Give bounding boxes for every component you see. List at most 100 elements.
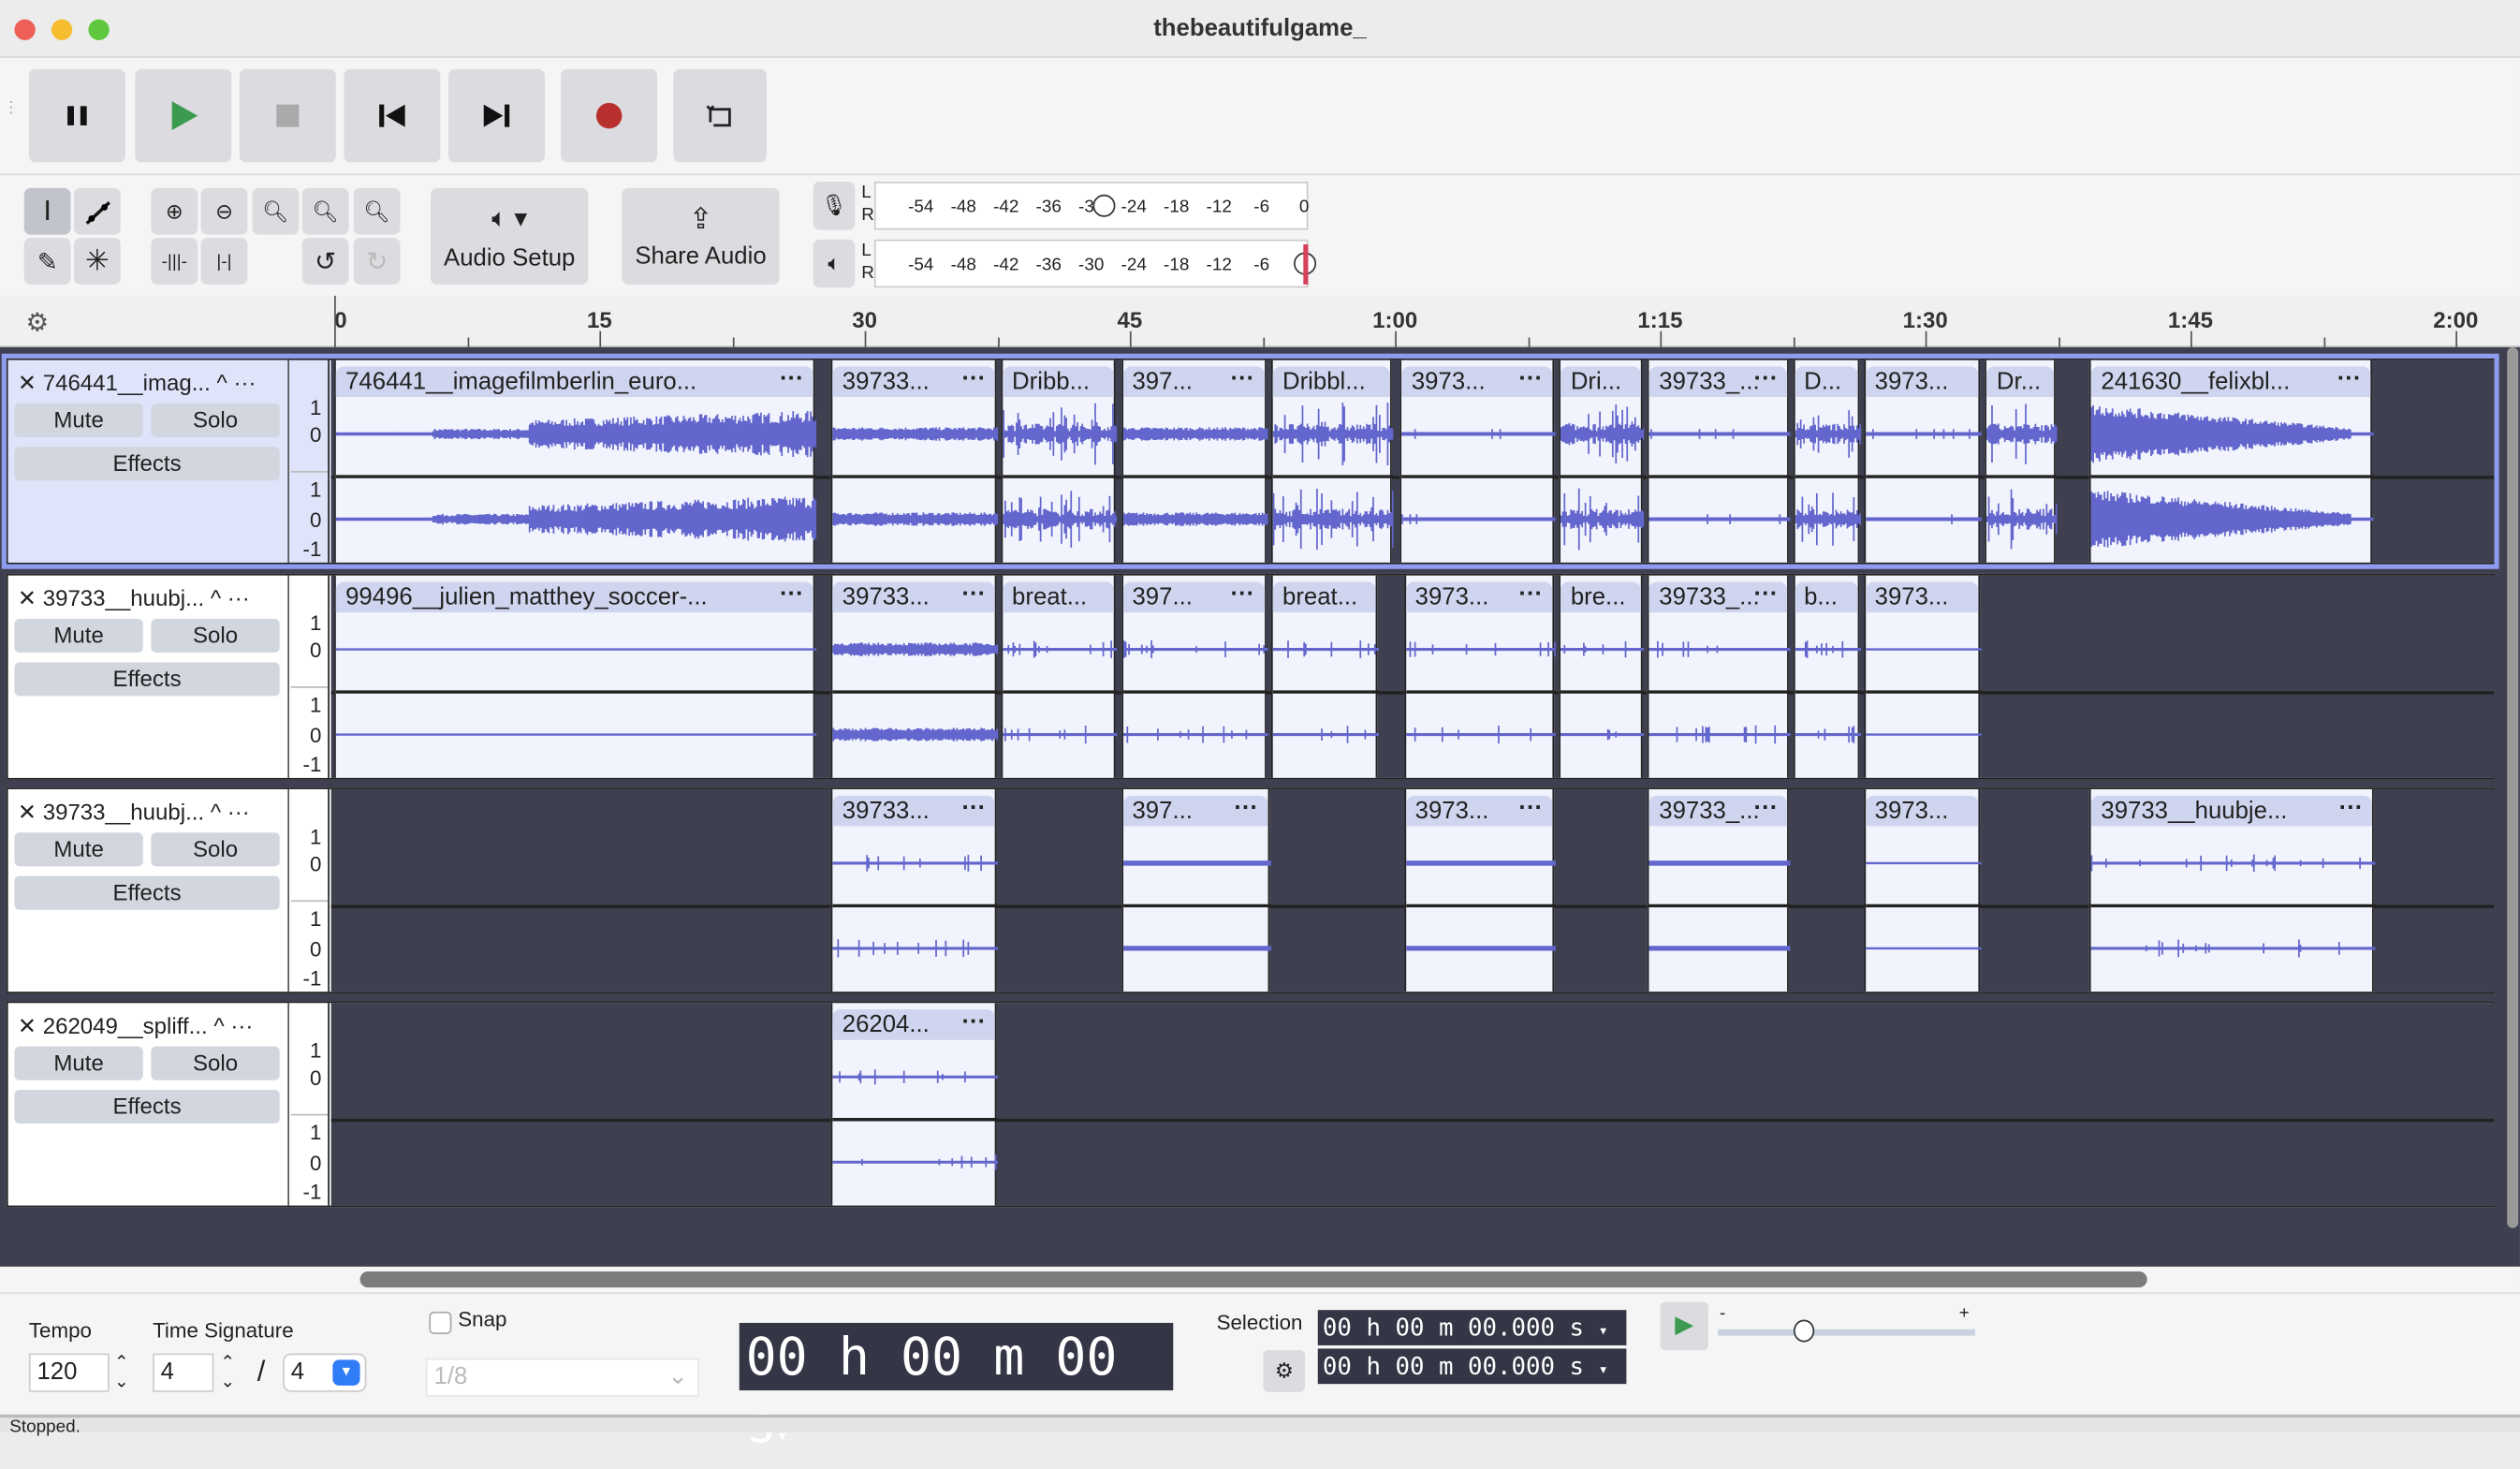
play-at-speed-button[interactable]: ▶ [1660,1301,1708,1351]
audio-clip[interactable]: 3973... ··· [1403,788,1556,992]
audio-clip[interactable]: breat... [1001,575,1118,778]
audio-clip[interactable]: 39733... ··· [830,575,999,778]
clip-menu-icon[interactable]: ··· [961,796,986,823]
clip-header[interactable]: 746441__imagefilmberlin_euro... ··· [335,366,814,398]
clip-header[interactable]: 3973... ··· [1405,795,1553,827]
clip-header[interactable]: bre... [1560,581,1641,613]
effects-button[interactable]: Effects [14,662,280,697]
clip-header[interactable]: breat... [1002,581,1115,613]
audio-clip[interactable]: 3973... [1863,575,1982,778]
track[interactable]: ✕ 746441__imag... ^ ··· Mute Solo Effect… [1,353,2499,569]
mute-button[interactable]: Mute [14,832,143,867]
audio-clip[interactable]: Dribb... [1001,360,1118,563]
play-button[interactable] [135,68,232,163]
clip-header[interactable]: 39733... ··· [832,581,996,613]
clip-area[interactable]: 746441__imagefilmberlin_euro... ··· 39733.… [330,360,2495,563]
pause-button[interactable] [28,68,125,163]
track-name[interactable]: 39733__huubj... [43,799,204,824]
amplitude-scale[interactable]: 1 0 1 0 -1 [290,1003,330,1206]
meter-level-slider[interactable] [1092,194,1116,217]
clip-header[interactable]: 39733... ··· [832,366,996,398]
clip-menu-icon[interactable]: ··· [1754,366,1779,393]
clip-header[interactable]: 3973... [1865,581,1979,613]
audio-clip[interactable]: D... [1793,360,1862,563]
clip-header[interactable]: 99496__julien_matthey_soccer-... ··· [335,581,814,613]
draw-tool[interactable]: ✎ [23,238,71,285]
vertical-scrollbar[interactable] [2507,346,2519,1228]
selection-end[interactable]: 00 h 00 m 00.000 s ▾ [1317,1348,1627,1385]
tempo-stepper[interactable]: ⌃ ⌄ [114,1354,129,1392]
loop-button[interactable] [673,68,767,163]
clip-area[interactable]: 39733... ··· 397... ··· 3973... ··· 39733_... ·… [330,788,2495,992]
close-track-icon[interactable]: ✕ [18,799,37,824]
clip-header[interactable]: 26204... ··· [832,1009,996,1040]
track-name[interactable]: 39733__huubj... [43,585,204,610]
clip-header[interactable]: 3973... ··· [1401,366,1553,398]
snap-select[interactable]: 1/8 ⌄ [425,1358,699,1397]
zoom-in-button[interactable]: ⊕ [151,187,198,235]
effects-button[interactable]: Effects [14,1089,280,1124]
time-display[interactable]: 00 h 00 m 00 s▾ [739,1322,1174,1455]
fit-project-button[interactable]: 🔍︎ [301,187,349,235]
audio-clip[interactable]: 3973... [1863,788,1982,992]
audio-clip[interactable]: 397... ··· [1121,360,1268,563]
audio-clip[interactable]: Dr... [1985,360,2058,563]
track-header[interactable]: ✕ 262049__spliff... ^ ··· Mute Solo Effe… [8,1003,290,1206]
record-meter-button[interactable]: 🎙︎ [813,181,856,230]
clip-header[interactable]: 39733_... ··· [1648,581,1788,613]
clip-menu-icon[interactable]: ··· [961,581,986,609]
record-button[interactable] [561,68,658,163]
clip-menu-icon[interactable]: ··· [1754,796,1779,823]
clip-header[interactable]: 3973... ··· [1405,581,1553,613]
audio-clip[interactable]: 39733_... ··· [1648,360,1792,563]
clip-header[interactable]: 39733__huubje... ··· [2091,795,2373,827]
record-meter[interactable]: -54 -48 -42 -36 -30 -24 -18 -12 -6 0 [873,181,1309,230]
clip-menu-icon[interactable]: ··· [2337,366,2362,393]
clip-menu-icon[interactable]: ··· [1234,796,1258,823]
timeline-ruler[interactable]: ⚙ 0 15 30 45 1:00 1:15 1:30 1:45 2:00 [0,295,2520,347]
effects-button[interactable]: Effects [14,875,280,910]
snap-checkbox[interactable] [429,1311,452,1334]
track-name[interactable]: 746441__imag... [43,370,211,395]
audio-clip[interactable]: 397... ··· [1121,788,1271,992]
audio-setup-button[interactable]: 🔈︎ ▾ Audio Setup [431,187,589,285]
clip-menu-icon[interactable]: ··· [1518,581,1543,609]
audio-clip[interactable]: 3973... ··· [1399,360,1556,563]
envelope-tool[interactable] [73,187,121,235]
playback-speed-thumb[interactable] [1793,1319,1815,1343]
solo-button[interactable]: Solo [151,1046,280,1080]
track[interactable]: ✕ 39733__huubj... ^ ··· Mute Solo Effect… [6,787,2495,993]
clip-header[interactable]: 39733_... ··· [1648,366,1788,398]
audio-clip[interactable]: 99496__julien_matthey_soccer-... ··· [334,575,817,778]
collapse-icon[interactable]: ^ [211,370,234,395]
time-signature-denominator[interactable]: 4 ▾ [283,1353,367,1392]
audio-clip[interactable]: 39733... ··· [830,360,999,563]
collapse-icon[interactable]: ^ [204,585,227,610]
clip-header[interactable]: 397... ··· [1122,795,1268,827]
track-menu-icon[interactable]: ··· [233,370,256,395]
selection-start[interactable]: 00 h 00 m 00.000 s ▾ [1317,1310,1627,1345]
close-track-icon[interactable]: ✕ [18,585,37,610]
solo-button[interactable]: Solo [151,832,280,867]
redo-button[interactable]: ↻ [353,238,401,285]
clip-header[interactable]: Dribb... [1002,366,1115,398]
mute-button[interactable]: Mute [14,618,143,654]
silence-button[interactable]: |-| [200,238,248,285]
clip-header[interactable]: 397... ··· [1122,581,1265,613]
clip-menu-icon[interactable]: ··· [1754,581,1779,609]
audio-clip[interactable]: 746441__imagefilmberlin_euro... ··· [334,360,817,563]
clip-menu-icon[interactable]: ··· [1231,366,1255,393]
clip-header[interactable]: Dri... [1560,366,1641,398]
share-audio-button[interactable]: ⇪ Share Audio [622,187,780,285]
skip-to-start-button[interactable] [344,68,441,163]
multi-tool[interactable]: ✳ [73,238,121,285]
close-track-icon[interactable]: ✕ [18,370,37,395]
clip-header[interactable]: 39733_... ··· [1648,795,1788,827]
collapse-icon[interactable]: ^ [208,1013,231,1038]
undo-button[interactable]: ↺ [301,238,349,285]
clip-header[interactable]: Dr... [1986,366,2055,398]
timeline-settings-icon[interactable]: ⚙ [25,307,49,339]
clip-header[interactable]: 39733... ··· [832,795,996,827]
audio-clip[interactable]: 3973... ··· [1403,575,1556,778]
audio-clip[interactable]: 39733... ··· [830,788,999,992]
